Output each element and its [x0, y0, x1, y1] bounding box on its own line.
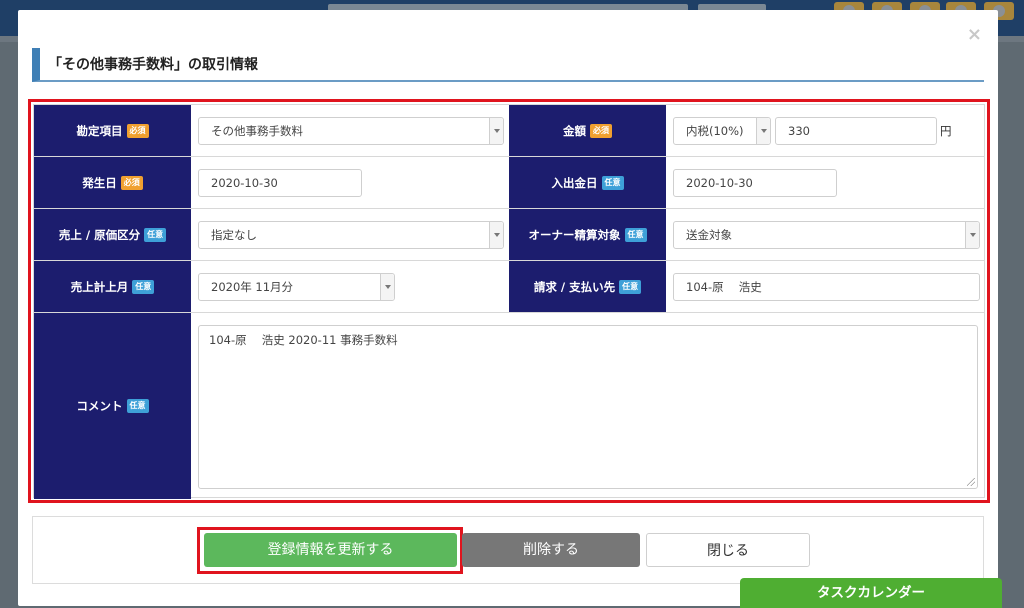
comment-textarea[interactable]: 104-原 浩史 2020-11 事務手数料 — [198, 325, 978, 489]
required-badge: 必須 — [590, 123, 612, 138]
account-item-select[interactable]: その他事務手数料 — [198, 117, 504, 145]
form-row: コメント 任意 104-原 浩史 2020-11 事務手数料 — [34, 313, 984, 499]
occurrence-date-input[interactable]: 2020-10-30 — [198, 169, 362, 197]
payment-date-input[interactable]: 2020-10-30 — [673, 169, 837, 197]
optional-badge: 任意 — [624, 227, 647, 242]
optional-badge: 任意 — [619, 279, 642, 294]
form-row: 発生日 必須 2020-10-30 入出金日 任意 2020-10-30 — [34, 157, 984, 209]
chevron-down-icon — [380, 274, 394, 300]
account-item-label: 勘定項目 必須 — [34, 105, 191, 156]
billing-payee-input[interactable]: 104-原 浩史 — [673, 273, 980, 301]
owner-settlement-label: オーナー精算対象 任意 — [509, 209, 666, 260]
amount-unit: 円 — [940, 124, 952, 138]
required-badge: 必須 — [126, 123, 149, 138]
optional-badge: 任意 — [144, 227, 167, 242]
chevron-down-icon — [756, 118, 770, 144]
sales-cost-class-select[interactable]: 指定なし — [198, 221, 504, 249]
occurrence-date-label: 発生日 必須 — [34, 157, 191, 208]
optional-badge: 任意 — [601, 175, 624, 190]
task-calendar-tab[interactable]: タスクカレンダー — [740, 578, 1002, 608]
transaction-form: 勘定項目 必須 その他事務手数料 金額 必須 内税(10%) 330 円 発生日… — [33, 104, 985, 499]
transaction-modal: × 「その他事務手数料」の取引情報 勘定項目 必須 その他事務手数料 金額 必須… — [18, 10, 998, 606]
modal-title: 「その他事務手数料」の取引情報 — [32, 48, 984, 82]
optional-badge: 任意 — [126, 399, 149, 413]
form-row: 勘定項目 必須 その他事務手数料 金額 必須 内税(10%) 330 円 — [34, 105, 984, 157]
form-row: 売上計上月 任意 2020年 11月分 請求 / 支払い先 任意 104-原 浩… — [34, 261, 984, 313]
optional-badge: 任意 — [132, 279, 155, 294]
update-button[interactable]: 登録情報を更新する — [204, 533, 457, 567]
tax-type-select[interactable]: 内税(10%) — [673, 117, 771, 145]
form-row: 売上 / 原価区分 任意 指定なし オーナー精算対象 任意 送金対象 — [34, 209, 984, 261]
required-badge: 必須 — [120, 175, 143, 190]
close-icon[interactable]: × — [967, 24, 982, 45]
comment-label: コメント 任意 — [34, 313, 191, 499]
delete-button[interactable]: 削除する — [462, 533, 640, 567]
amount-label: 金額 必須 — [509, 105, 666, 156]
billing-payee-label: 請求 / 支払い先 任意 — [509, 261, 666, 312]
chevron-down-icon — [489, 118, 503, 144]
sales-month-label: 売上計上月 任意 — [34, 261, 191, 312]
resize-handle-icon[interactable] — [967, 478, 975, 486]
chevron-down-icon — [489, 222, 503, 248]
sales-cost-class-label: 売上 / 原価区分 任意 — [34, 209, 191, 260]
close-button[interactable]: 閉じる — [646, 533, 810, 567]
chevron-down-icon — [965, 222, 979, 248]
amount-input[interactable]: 330 — [775, 117, 937, 145]
payment-date-label: 入出金日 任意 — [509, 157, 666, 208]
owner-settlement-select[interactable]: 送金対象 — [673, 221, 980, 249]
sales-month-select[interactable]: 2020年 11月分 — [198, 273, 395, 301]
